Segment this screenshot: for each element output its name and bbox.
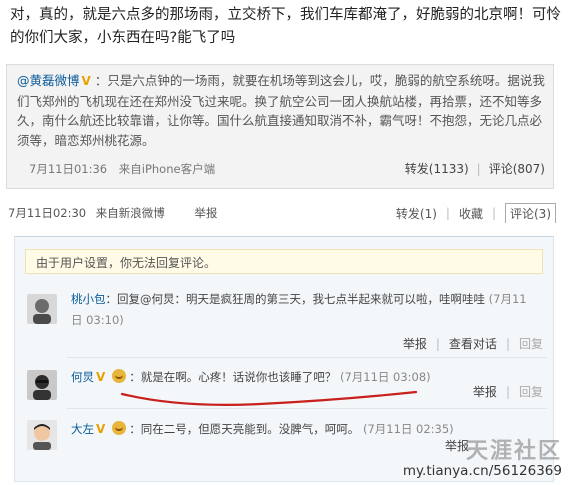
comment-actions: 举报 | 回复 — [473, 383, 543, 400]
crown-emoticon-icon — [112, 421, 127, 435]
repost-box: @黄磊微博 V ：只是六点钟的一场雨，就要在机场等到这会儿，哎，脆弱的航空系统呀。据… — [6, 64, 554, 189]
post-repost-button[interactable]: 转发(1) — [396, 205, 437, 222]
post-favorite-button[interactable]: 收藏 — [459, 205, 483, 222]
divider: | — [476, 161, 481, 176]
post-text: 对，真的，就是六点多的那场雨，立交桥下，我们车库都淹了，好脆弱的北京啊！可怜的你… — [10, 7, 561, 46]
comment-report-link[interactable]: 举报 — [473, 383, 497, 400]
red-underline-annotation — [120, 390, 418, 406]
comment-text: ：回复@何炅：明天是疯狂周的第三天，我七点半起来就可以啦，哇啊哇哇 — [105, 292, 486, 306]
watermark-url: my.tianya.cn/56126369 — [402, 463, 562, 479]
comment-actions: 举报 | 查看对话 | 回复 — [403, 335, 543, 352]
view-dialog-link[interactable]: 查看对话 — [449, 335, 497, 352]
comment-time: (7月11日 03:08) — [339, 370, 431, 384]
watermark-logo-text: 天涯社区 — [465, 439, 562, 464]
avatar[interactable] — [27, 370, 57, 400]
post-report-link[interactable]: 举报 — [194, 206, 217, 220]
watermark-logo: 天涯社区 — [403, 433, 562, 465]
comment-item: 何炅 V ：就是在啊。心疼！话说你也该睡了吧？ (7月11日 03:08) — [71, 367, 533, 388]
commenter-name-link[interactable]: 大左 — [71, 422, 94, 436]
post-time-link[interactable]: 7月11日02:30 — [8, 206, 86, 220]
comment-text: ：就是在啊。心疼！话说你也该睡了吧？ — [129, 370, 337, 384]
comment-report-link[interactable]: 举报 — [403, 335, 427, 352]
divider: | — [435, 336, 440, 351]
commenter-name-link[interactable]: 何炅 — [71, 370, 94, 384]
comment-reply-link: 回复 — [518, 385, 543, 399]
repost-body: @黄磊微博 V ：只是六点钟的一场雨，就要在机场等到这会儿，哎，脆弱的航空系统呀。据… — [17, 71, 545, 150]
comment-reply-link: 回复 — [518, 337, 543, 351]
comment-divider — [67, 357, 547, 358]
verified-badge-icon: V — [96, 370, 106, 384]
repost-text: ：只是六点钟的一场雨，就要在机场等到这会儿，哎，脆弱的航空系统呀。据说我们飞郑州… — [17, 73, 545, 148]
divider: | — [505, 384, 510, 399]
divider: | — [445, 206, 450, 220]
comment-text: ：同在二号，但愿天亮能到。没脾气，呵呵。 — [129, 422, 360, 436]
crown-emoticon-icon — [112, 369, 127, 383]
reply-disabled-notice: 由于用户设置，你无法回复评论。 — [25, 249, 543, 274]
watermark: 天涯社区 my.tianya.cn/56126369 — [403, 433, 562, 479]
divider: | — [491, 206, 496, 220]
comment-divider — [67, 408, 547, 409]
avatar[interactable] — [27, 420, 57, 450]
repost-meta: 7月11日01:36 来自iPhone客户端 — [29, 161, 215, 177]
comment-item: 桃小包：回复@何炅：明天是疯狂周的第三天，我七点半起来就可以啦，哇啊哇哇 (7月… — [71, 289, 533, 331]
repost-source[interactable]: 来自iPhone客户端 — [119, 162, 215, 176]
repost-comment-button[interactable]: 评论(807) — [489, 160, 545, 177]
verified-badge-icon: V — [96, 422, 106, 436]
post-meta-row: 7月11日02:30 来自新浪微博 举报 转发(1) | 收藏 | 评论(3) — [8, 203, 556, 223]
repost-actions: 转发(1133) | 评论(807) — [405, 160, 545, 177]
divider: | — [505, 336, 510, 351]
post-source-link[interactable]: 来自新浪微博 — [96, 206, 165, 220]
verified-badge-icon: V — [81, 74, 91, 88]
repost-repost-button[interactable]: 转发(1133) — [405, 160, 469, 177]
repost-time-link[interactable]: 7月11日01:36 — [29, 162, 107, 176]
avatar[interactable] — [27, 294, 57, 324]
commenter-name-link[interactable]: 桃小包 — [71, 292, 106, 306]
repost-author-link[interactable]: @黄磊微博 — [17, 73, 80, 88]
post-comment-tab[interactable]: 评论(3) — [505, 203, 556, 223]
